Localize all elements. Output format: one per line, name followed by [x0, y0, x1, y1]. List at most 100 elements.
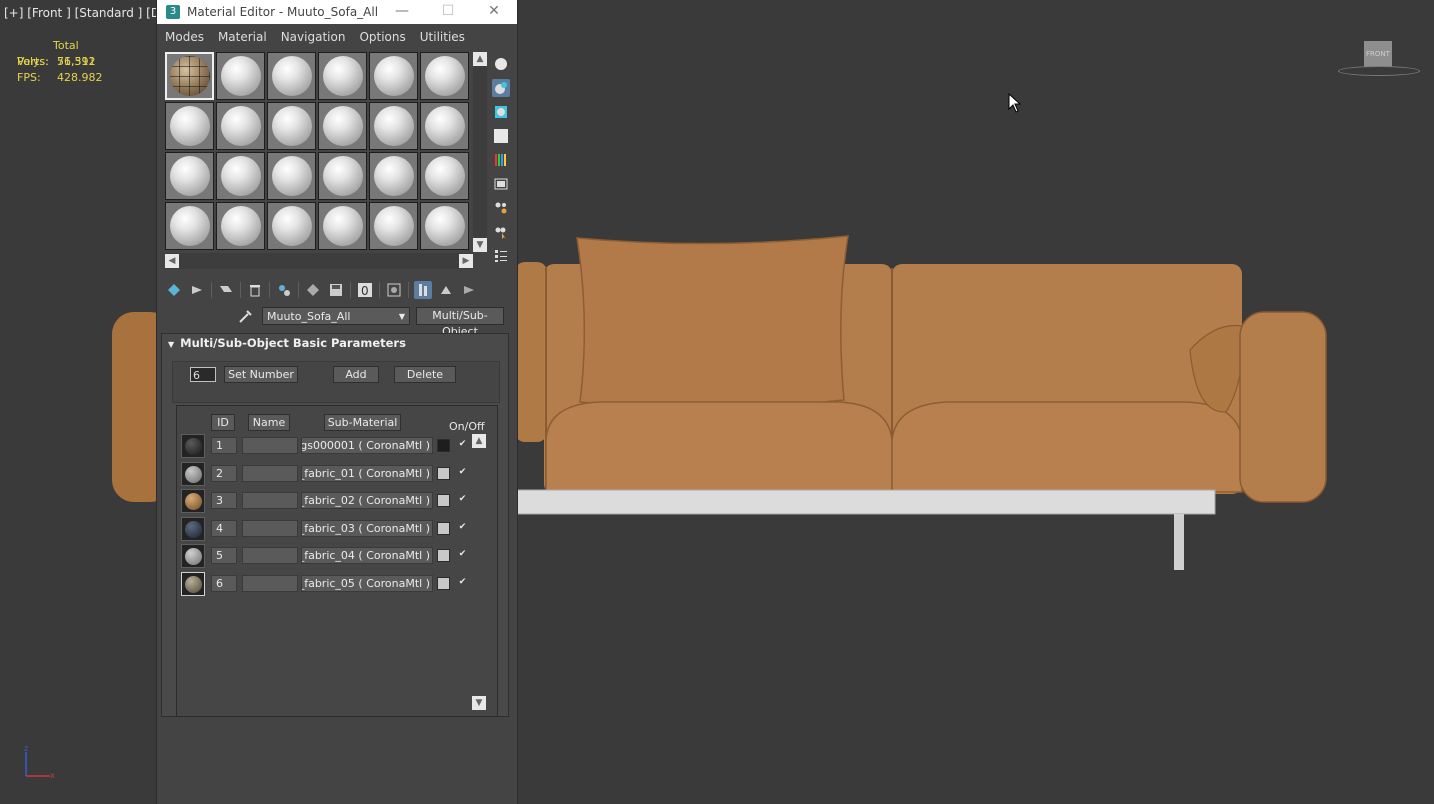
sample-slot[interactable]	[420, 102, 469, 150]
sample-slot[interactable]	[165, 202, 214, 250]
sample-slot[interactable]	[369, 152, 418, 200]
sub-material-thumbnail-selected[interactable]	[181, 572, 205, 596]
row-name-field[interactable]	[242, 575, 298, 592]
delete-icon[interactable]	[246, 281, 264, 299]
sample-slot[interactable]	[165, 152, 214, 200]
make-unique-icon[interactable]	[275, 281, 293, 299]
sample-slot[interactable]	[216, 102, 265, 150]
set-number-button[interactable]: Set Number	[224, 366, 298, 383]
select-by-material-icon[interactable]	[492, 223, 510, 241]
add-button[interactable]: Add	[333, 366, 379, 383]
background-icon[interactable]	[492, 103, 510, 121]
menu-utilities[interactable]: Utilities	[420, 30, 465, 44]
video-color-check-icon[interactable]	[492, 151, 510, 169]
row-name-field[interactable]	[242, 437, 298, 454]
sample-slot[interactable]	[420, 202, 469, 250]
row-color-swatch[interactable]	[437, 494, 450, 507]
row-id[interactable]: 4	[211, 520, 237, 537]
scroll-down-icon[interactable]: ▼	[472, 696, 486, 710]
make-preview-icon[interactable]	[492, 175, 510, 193]
go-to-parent-icon[interactable]	[437, 281, 455, 299]
material-id-channel-icon[interactable]: 0	[356, 281, 374, 299]
row-on-checkbox[interactable]: ✔	[457, 439, 468, 450]
row-color-swatch[interactable]	[437, 522, 450, 535]
row-sub-material-button[interactable]: uuto_fabric_03 ( CoronaMtl )	[301, 520, 433, 537]
sub-material-thumbnail[interactable]	[181, 517, 205, 541]
scroll-down-icon[interactable]: ▼	[473, 238, 487, 252]
sample-slot[interactable]	[318, 102, 367, 150]
sample-type-icon[interactable]	[492, 55, 510, 73]
sample-slot[interactable]	[318, 202, 367, 250]
row-id[interactable]: 2	[211, 465, 237, 482]
sample-slot[interactable]	[267, 202, 316, 250]
sample-slot[interactable]	[369, 202, 418, 250]
sample-slot[interactable]	[216, 152, 265, 200]
scroll-up-icon[interactable]: ▲	[472, 434, 486, 448]
number-input[interactable]: 6	[190, 367, 216, 382]
row-id[interactable]: 6	[211, 575, 237, 592]
put-to-library-icon[interactable]	[304, 281, 322, 299]
material-name-dropdown[interactable]: Muuto_Sofa_All ▼	[262, 307, 410, 325]
viewcube-face[interactable]: FRONT	[1364, 41, 1392, 67]
row-color-swatch[interactable]	[437, 577, 450, 590]
slots-vertical-scrollbar[interactable]: ▲ ▼	[473, 52, 487, 252]
sub-material-thumbnail[interactable]	[181, 462, 205, 486]
put-material-to-scene-icon[interactable]	[188, 281, 206, 299]
menu-modes[interactable]: Modes	[165, 30, 204, 44]
sample-slot[interactable]	[369, 102, 418, 150]
row-color-swatch[interactable]	[437, 549, 450, 562]
row-sub-material-button[interactable]: ck_legs000001 ( CoronaMtl )	[301, 437, 433, 454]
sample-slot[interactable]	[216, 52, 265, 100]
row-on-checkbox[interactable]: ✔	[457, 549, 468, 560]
rollout-header[interactable]: ▼ Multi/Sub-Object Basic Parameters	[162, 334, 508, 352]
minimize-icon[interactable]: —	[381, 0, 423, 24]
viewcube-ring[interactable]	[1338, 66, 1420, 76]
material-type-button[interactable]: Multi/Sub-Object	[416, 307, 504, 338]
assign-material-icon[interactable]	[217, 281, 235, 299]
material-editor-titlebar[interactable]: 3 Material Editor - Muuto_Sofa_All — ☐ ✕	[157, 0, 517, 24]
delete-button[interactable]: Delete	[394, 366, 456, 383]
sample-slot[interactable]	[369, 52, 418, 100]
sample-slot-active[interactable]	[165, 52, 214, 100]
row-sub-material-button[interactable]: uuto_fabric_01 ( CoronaMtl )	[301, 465, 433, 482]
sub-material-thumbnail[interactable]	[181, 434, 205, 458]
sample-slot[interactable]	[420, 52, 469, 100]
row-on-checkbox[interactable]: ✔	[457, 467, 468, 478]
row-id[interactable]: 5	[211, 547, 237, 564]
scroll-left-icon[interactable]: ◀	[165, 254, 179, 268]
sample-slot[interactable]	[216, 202, 265, 250]
sample-slot[interactable]	[267, 52, 316, 100]
options-icon[interactable]	[492, 199, 510, 217]
row-color-swatch[interactable]	[437, 439, 450, 452]
material-editor-window[interactable]: 3 Material Editor - Muuto_Sofa_All — ☐ ✕…	[156, 0, 518, 804]
save-icon[interactable]	[327, 281, 345, 299]
eyedropper-icon[interactable]	[237, 307, 255, 325]
column-name[interactable]: Name	[248, 414, 290, 431]
row-sub-material-button[interactable]: uuto_fabric_05 ( CoronaMtl )	[301, 575, 433, 592]
row-name-field[interactable]	[242, 465, 298, 482]
scroll-right-icon[interactable]: ▶	[459, 254, 473, 268]
scroll-up-icon[interactable]: ▲	[473, 52, 487, 66]
menu-navigation[interactable]: Navigation	[281, 30, 346, 44]
maximize-icon[interactable]: ☐	[427, 0, 469, 24]
sample-slot[interactable]	[267, 102, 316, 150]
sub-material-thumbnail[interactable]	[181, 489, 205, 513]
menu-options[interactable]: Options	[359, 30, 405, 44]
row-color-swatch[interactable]	[437, 467, 450, 480]
go-forward-to-sibling-icon[interactable]	[460, 281, 478, 299]
row-on-checkbox[interactable]: ✔	[457, 577, 468, 588]
viewcube[interactable]: FRONT	[1338, 38, 1420, 78]
sub-material-thumbnail[interactable]	[181, 544, 205, 568]
menu-material[interactable]: Material	[218, 30, 267, 44]
backlight-icon[interactable]	[492, 79, 510, 97]
close-icon[interactable]: ✕	[473, 0, 515, 24]
sub-material-list-scrollbar[interactable]: ▲ ▼	[471, 434, 487, 710]
show-shaded-material-icon[interactable]	[385, 281, 403, 299]
sample-slot[interactable]	[165, 102, 214, 150]
sample-slot[interactable]	[420, 152, 469, 200]
row-sub-material-button[interactable]: uuto_fabric_02 ( CoronaMtl )	[301, 492, 433, 509]
show-end-result-icon[interactable]	[414, 281, 432, 299]
sample-slot[interactable]	[318, 152, 367, 200]
column-sub-material[interactable]: Sub-Material	[324, 414, 401, 431]
row-id[interactable]: 1	[211, 437, 237, 454]
